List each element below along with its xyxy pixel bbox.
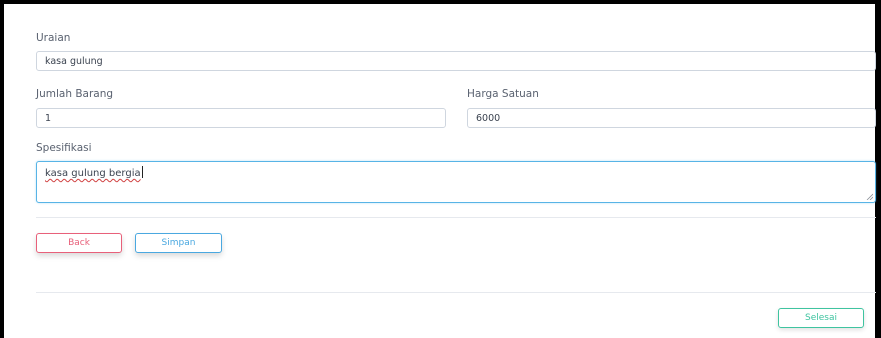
spesifikasi-textarea[interactable]: kasa gulung bergia [36, 161, 876, 203]
harga-satuan-label: Harga Satuan [467, 88, 539, 100]
uraian-label: Uraian [36, 32, 71, 44]
selesai-button[interactable]: Selesai [778, 308, 864, 328]
uraian-input[interactable]: kasa gulung [36, 51, 876, 71]
jumlah-barang-value: 1 [45, 112, 52, 124]
simpan-button-label: Simpan [161, 238, 196, 248]
spesifikasi-label: Spesifikasi [36, 142, 92, 154]
form-panel: Uraian kasa gulung Jumlah Barang 1 Harga… [0, 0, 881, 338]
section-divider [36, 217, 876, 218]
jumlah-barang-input[interactable]: 1 [36, 108, 446, 128]
footer-divider [36, 292, 876, 293]
back-button[interactable]: Back [36, 233, 122, 253]
text-caret [141, 166, 143, 178]
harga-satuan-input[interactable]: 6000 [467, 108, 876, 128]
spesifikasi-value: kasa gulung bergia [45, 168, 141, 179]
jumlah-barang-label: Jumlah Barang [36, 88, 114, 100]
uraian-value: kasa gulung [45, 55, 103, 67]
resize-handle-icon[interactable] [866, 193, 873, 200]
back-button-label: Back [68, 238, 90, 248]
selesai-button-label: Selesai [805, 313, 837, 323]
simpan-button[interactable]: Simpan [135, 233, 222, 253]
harga-satuan-value: 6000 [476, 112, 501, 124]
